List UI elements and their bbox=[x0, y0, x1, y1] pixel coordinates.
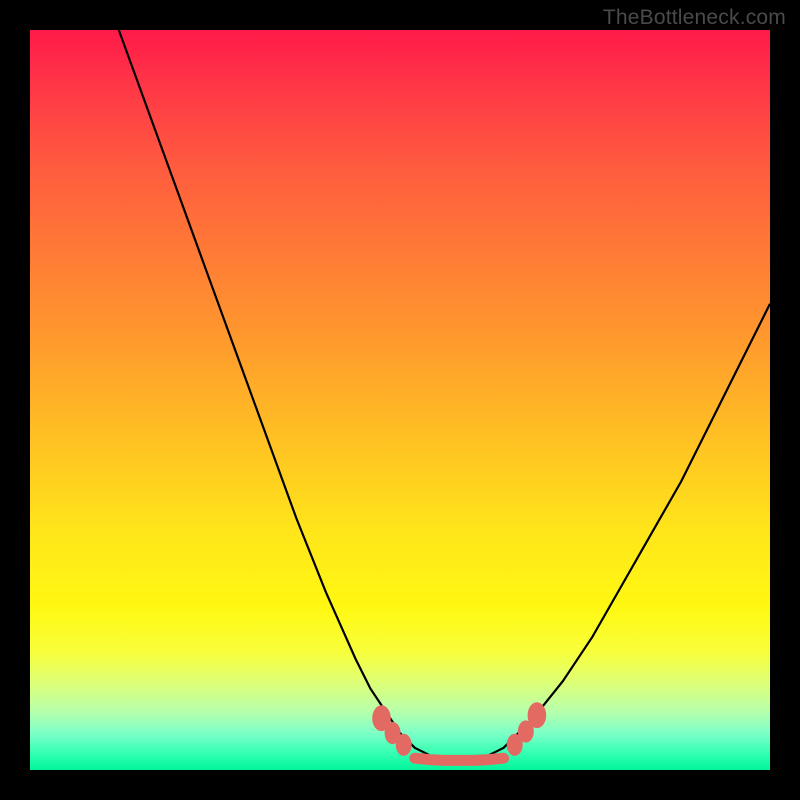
curve-marker bbox=[528, 702, 547, 728]
chart-svg bbox=[30, 30, 770, 770]
watermark-text: TheBottleneck.com bbox=[603, 6, 786, 30]
bottom-segment bbox=[415, 758, 504, 760]
plot-area bbox=[30, 30, 770, 770]
curve-marker bbox=[396, 734, 412, 756]
left-curve bbox=[119, 30, 430, 755]
right-curve bbox=[489, 304, 770, 755]
curve-markers bbox=[372, 702, 546, 756]
chart-frame: TheBottleneck.com bbox=[0, 0, 800, 800]
